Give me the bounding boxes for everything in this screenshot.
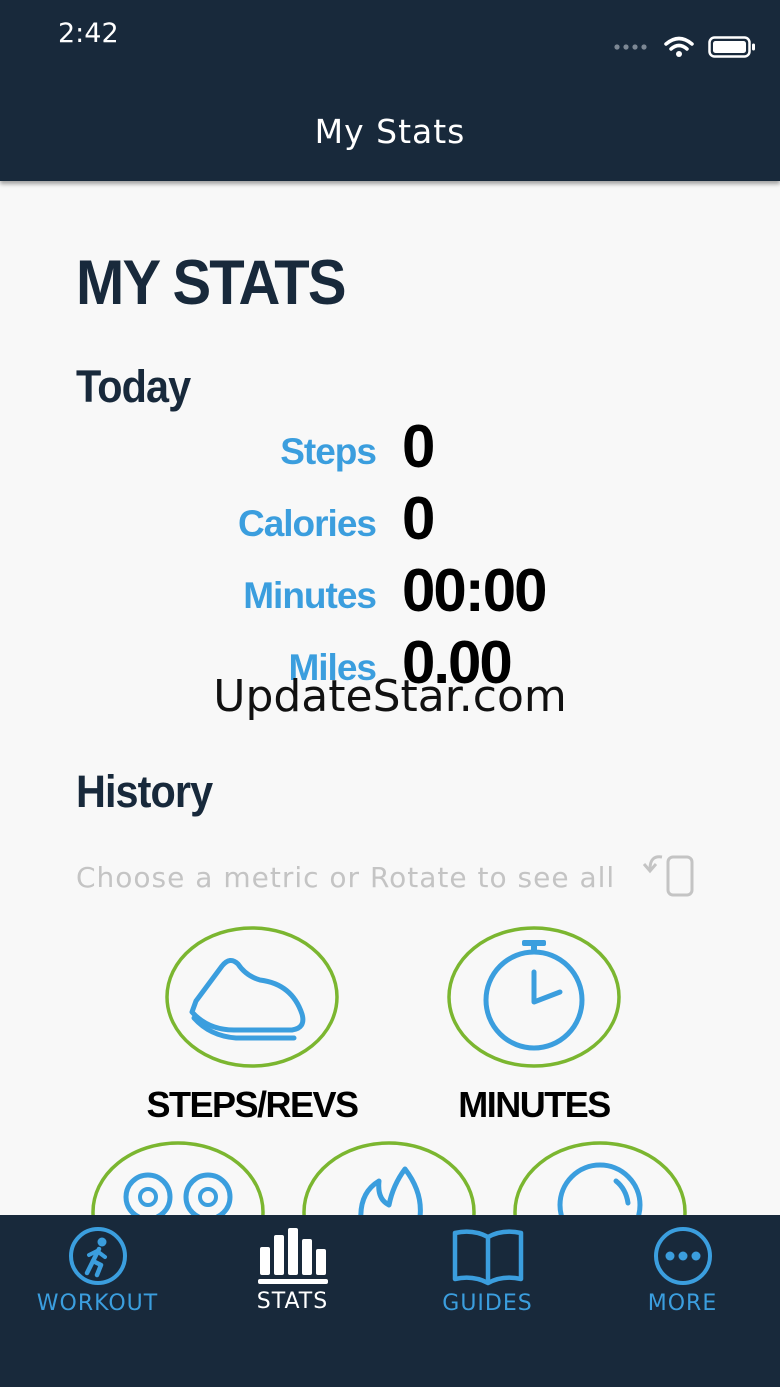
tab-label: GUIDES — [442, 1291, 533, 1316]
stat-label: Minutes — [243, 575, 377, 616]
book-icon — [452, 1229, 523, 1286]
status-time: 2:42 — [58, 18, 119, 49]
stat-value: 0 — [402, 485, 435, 552]
tab-bar: WORKOUT STATS GUIDES MORE — [0, 1215, 780, 1387]
tab-stats[interactable]: STATS — [195, 1215, 390, 1387]
history-hint: Choose a metric or Rotate to see all — [76, 861, 616, 894]
metric-odometer-button[interactable] — [90, 1141, 266, 1215]
metric-label: STEPS/REVS — [146, 1084, 359, 1125]
odometer-icon — [91, 1141, 265, 1215]
history-heading: History — [76, 766, 213, 817]
metric-steps-button[interactable]: STEPS/REVS — [146, 926, 359, 1125]
tab-label: MORE — [647, 1291, 718, 1316]
stat-row-minutes: Minutes 00:00 — [0, 557, 780, 627]
signal-icon — [614, 44, 647, 50]
status-icons — [614, 36, 756, 58]
metric-calories-button[interactable] — [301, 1141, 477, 1215]
distance-icon — [513, 1141, 687, 1215]
watermark: UpdateStar.com — [213, 671, 567, 722]
tab-label: STATS — [256, 1289, 329, 1314]
flame-icon — [302, 1141, 476, 1215]
stat-row-calories: Calories 0 — [0, 485, 780, 555]
page-title: MY STATS — [76, 248, 347, 318]
nav-header: 2:42 My Stats — [0, 0, 780, 181]
today-heading: Today — [76, 361, 191, 412]
shoe-icon — [165, 926, 339, 1068]
stopwatch-icon — [447, 926, 621, 1068]
metric-minutes-button[interactable]: MINUTES — [446, 926, 622, 1125]
stats-content[interactable]: MY STATS Today Steps 0 Calories 0 Minute… — [0, 181, 780, 1215]
stat-value: 0 — [402, 413, 435, 480]
metric-label: MINUTES — [458, 1084, 611, 1125]
tab-workout[interactable]: WORKOUT — [0, 1215, 195, 1387]
metric-distance-button[interactable] — [512, 1141, 688, 1215]
nav-title: My Stats — [314, 112, 466, 151]
bar-chart-icon — [257, 1228, 328, 1284]
battery-icon — [708, 36, 755, 58]
stat-value: 00:00 — [402, 557, 547, 624]
tab-label: WORKOUT — [36, 1291, 159, 1316]
walker-icon — [68, 1227, 127, 1285]
stat-row-steps: Steps 0 — [0, 413, 780, 483]
tab-guides[interactable]: GUIDES — [390, 1215, 585, 1387]
rotate-device-icon[interactable] — [640, 851, 700, 901]
stat-label: Steps — [280, 431, 377, 472]
ellipsis-icon — [653, 1227, 712, 1285]
wifi-icon — [664, 36, 694, 57]
stat-label: Calories — [237, 503, 377, 544]
tab-more[interactable]: MORE — [585, 1215, 780, 1387]
